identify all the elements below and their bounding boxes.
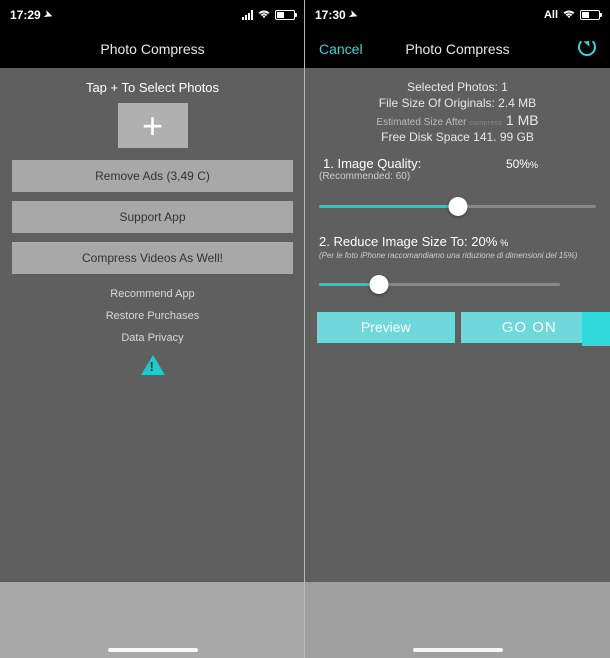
bottom-area xyxy=(0,582,305,658)
quality-slider[interactable] xyxy=(319,194,596,220)
home-indicator xyxy=(413,648,503,652)
selected-photos-text: Selected Photos: 1 xyxy=(325,80,590,94)
quality-label: 1. Image Quality: xyxy=(319,156,425,171)
battery-icon xyxy=(275,10,295,20)
go-on-button[interactable]: GO ON xyxy=(461,312,599,343)
nav-bar: Photo Compress xyxy=(0,30,305,68)
slider-thumb[interactable] xyxy=(370,275,389,294)
info-block: Selected Photos: 1 File Size Of Original… xyxy=(315,74,600,156)
remove-ads-button[interactable]: Remove Ads (3,49 C) xyxy=(12,160,293,192)
main-content: Tap + To Select Photos + Remove Ads (3,4… xyxy=(0,68,305,658)
battery-icon xyxy=(580,10,600,20)
warning-icon[interactable] xyxy=(141,355,165,375)
signal-icon xyxy=(242,10,253,20)
reduce-slider[interactable] xyxy=(319,272,560,298)
tap-prompt: Tap + To Select Photos xyxy=(12,80,293,95)
recommend-app-link[interactable]: Recommend App xyxy=(12,283,293,305)
quality-value: 50%% xyxy=(506,157,596,171)
quality-recommended: (Recommended: 60) xyxy=(315,171,600,188)
restore-purchases-link[interactable]: Restore Purchases xyxy=(12,305,293,327)
location-icon: ➤ xyxy=(347,8,359,21)
reduce-note: (Per le foto iPhone raccomandiamo una ri… xyxy=(315,249,600,266)
compress-videos-button[interactable]: Compress Videos As Well! xyxy=(12,242,293,274)
cancel-button[interactable]: Cancel xyxy=(319,41,363,57)
wifi-icon xyxy=(562,8,576,22)
preview-button[interactable]: Preview xyxy=(317,312,455,343)
reduce-label: 2. Reduce Image Size To: 20% xyxy=(319,234,497,249)
slider-thumb[interactable] xyxy=(448,197,467,216)
wifi-icon xyxy=(257,8,271,22)
free-disk-text: Free Disk Space 141. 99 GB xyxy=(325,130,590,144)
location-icon: ➤ xyxy=(42,8,54,21)
status-bar: 17:29 ➤ xyxy=(0,0,305,30)
nav-bar: Cancel Photo Compress xyxy=(305,30,610,68)
refresh-icon xyxy=(578,38,596,56)
screen-left: 17:29 ➤ Photo Compress Tap + To Select P… xyxy=(0,0,305,658)
main-content: Selected Photos: 1 File Size Of Original… xyxy=(305,68,610,658)
carrier-text: All xyxy=(544,9,558,21)
refresh-button[interactable] xyxy=(578,38,596,61)
data-privacy-link[interactable]: Data Privacy xyxy=(12,327,293,349)
side-preview-swatch[interactable] xyxy=(582,312,610,346)
nav-title: Photo Compress xyxy=(405,41,509,57)
nav-title: Photo Compress xyxy=(100,41,204,57)
bottom-area xyxy=(305,582,610,658)
plus-icon: + xyxy=(142,108,163,144)
estimated-size-text: Estimated Size After compress 1 MB xyxy=(325,112,590,128)
original-size-text: File Size Of Originals: 2.4 MB xyxy=(325,96,590,110)
status-time: 17:29 xyxy=(10,8,41,22)
screen-right: 17:30 ➤ All Cancel Photo Compress Select… xyxy=(305,0,610,658)
support-app-button[interactable]: Support App xyxy=(12,201,293,233)
home-indicator xyxy=(108,648,198,652)
status-bar: 17:30 ➤ All xyxy=(305,0,610,30)
status-time: 17:30 xyxy=(315,8,346,22)
add-photos-button[interactable]: + xyxy=(118,103,188,148)
